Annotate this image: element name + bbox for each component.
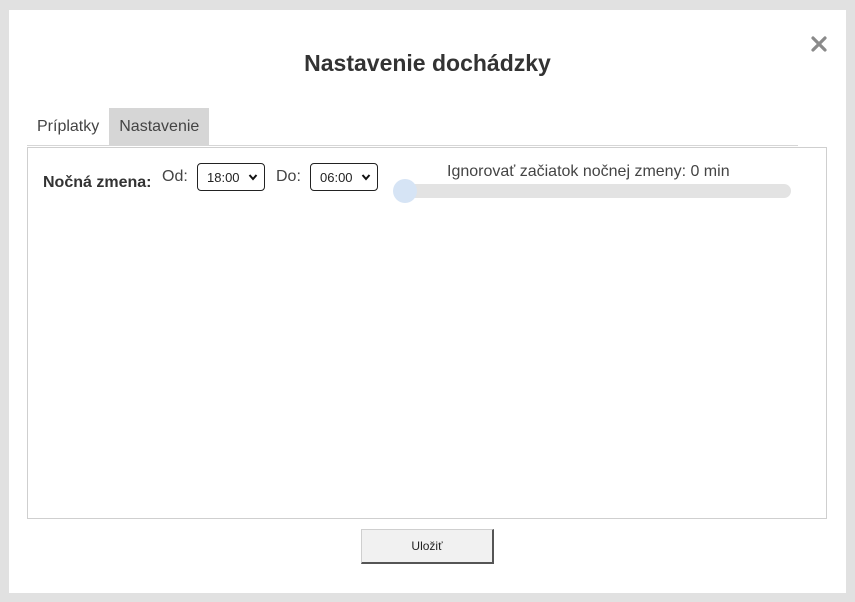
tab-priplatky[interactable]: Príplatky [27, 108, 109, 146]
to-time-value: 06:00 [320, 169, 353, 185]
to-label: Do: [276, 168, 301, 185]
dialog-title: Nastavenie dochádzky [304, 50, 551, 76]
save-button[interactable]: Uložiť [361, 529, 494, 564]
chevron-down-icon [361, 174, 371, 181]
to-time-select[interactable]: 06:00 [310, 163, 378, 191]
chevron-down-icon [248, 174, 258, 181]
slider-thumb[interactable] [393, 179, 417, 203]
from-time-value: 18:00 [207, 169, 240, 185]
from-time-select[interactable]: 18:00 [197, 163, 265, 191]
tab-bar: Príplatky Nastavenie [27, 108, 210, 146]
tab-divider [27, 145, 798, 146]
settings-panel: Nočná zmena: Od: 18:00 Do: 06:00 Ignorov… [27, 147, 827, 519]
from-label: Od: [162, 168, 188, 185]
tab-nastavenie[interactable]: Nastavenie [109, 108, 210, 146]
attendance-settings-dialog: Nastavenie dochádzky Príplatky Nastaveni… [9, 10, 846, 593]
ignore-start-slider[interactable] [393, 176, 791, 206]
night-shift-label: Nočná zmena: [43, 174, 152, 191]
slider-track [401, 184, 791, 198]
